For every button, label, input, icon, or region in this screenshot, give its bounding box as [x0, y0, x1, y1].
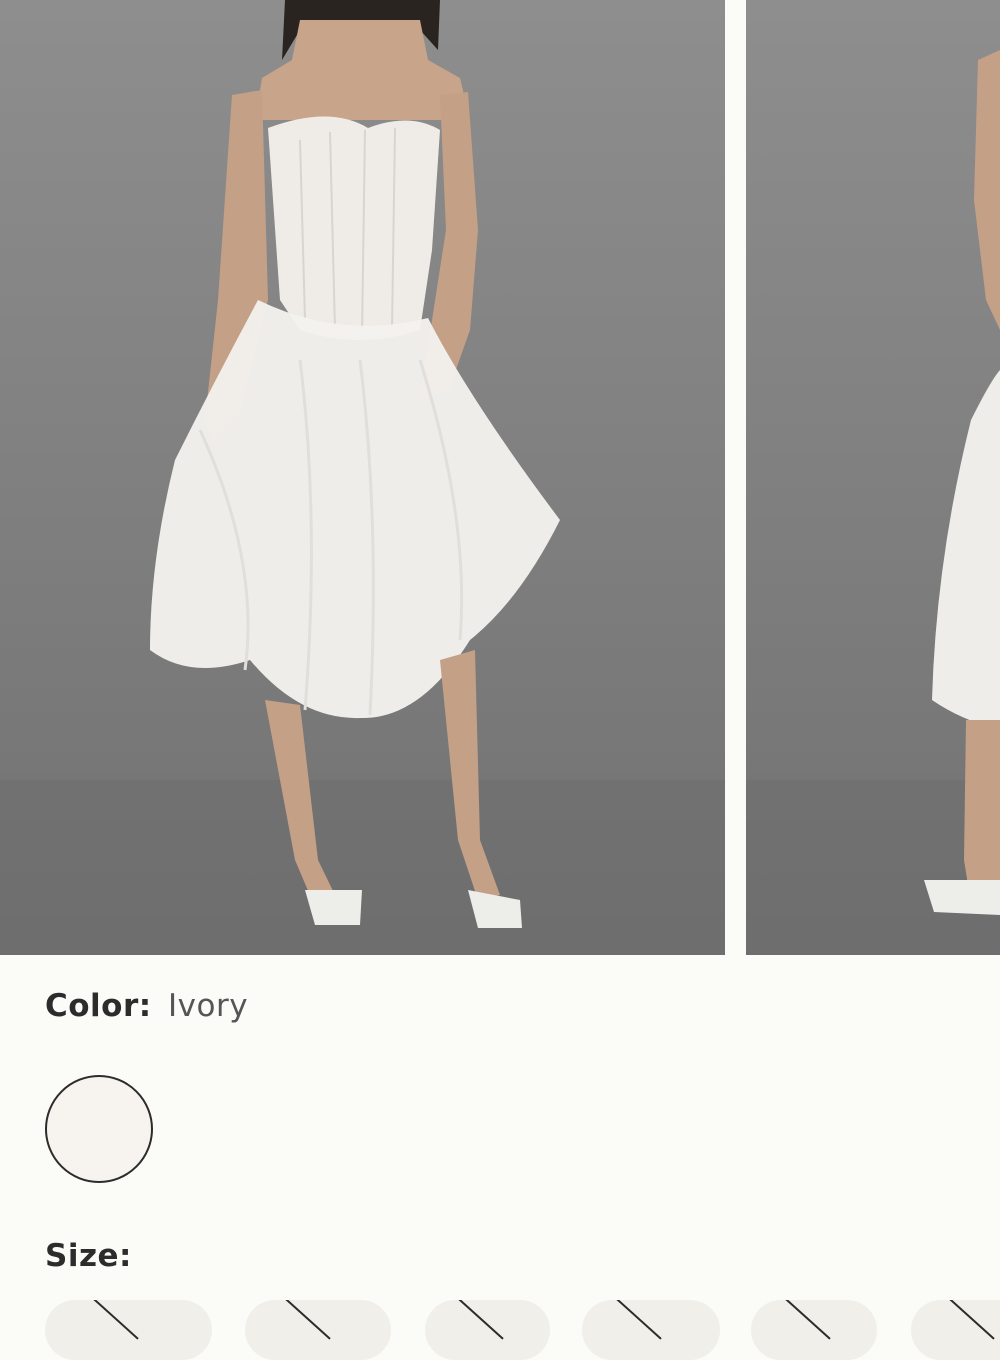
color-label: Color: — [45, 988, 152, 1024]
unavailable-strike — [85, 1300, 139, 1340]
size-label: Size: — [45, 1238, 132, 1274]
color-selection-heading: Color: Ivory — [45, 988, 248, 1024]
color-swatch-ivory[interactable] — [45, 1075, 153, 1183]
size-option[interactable] — [582, 1300, 720, 1360]
size-option[interactable] — [245, 1300, 391, 1360]
size-options — [45, 1300, 1000, 1360]
unavailable-strike — [450, 1300, 504, 1340]
unavailable-strike — [777, 1300, 831, 1340]
product-image-next[interactable] — [746, 0, 1000, 955]
product-image-gallery[interactable] — [0, 0, 1000, 955]
product-image-main[interactable] — [0, 0, 725, 955]
size-option[interactable] — [911, 1300, 1000, 1360]
size-option[interactable] — [425, 1300, 550, 1360]
color-value: Ivory — [168, 988, 249, 1024]
unavailable-strike — [608, 1300, 662, 1340]
unavailable-strike — [277, 1300, 331, 1340]
size-option[interactable] — [45, 1300, 212, 1360]
unavailable-strike — [941, 1300, 995, 1340]
size-option[interactable] — [751, 1300, 877, 1360]
